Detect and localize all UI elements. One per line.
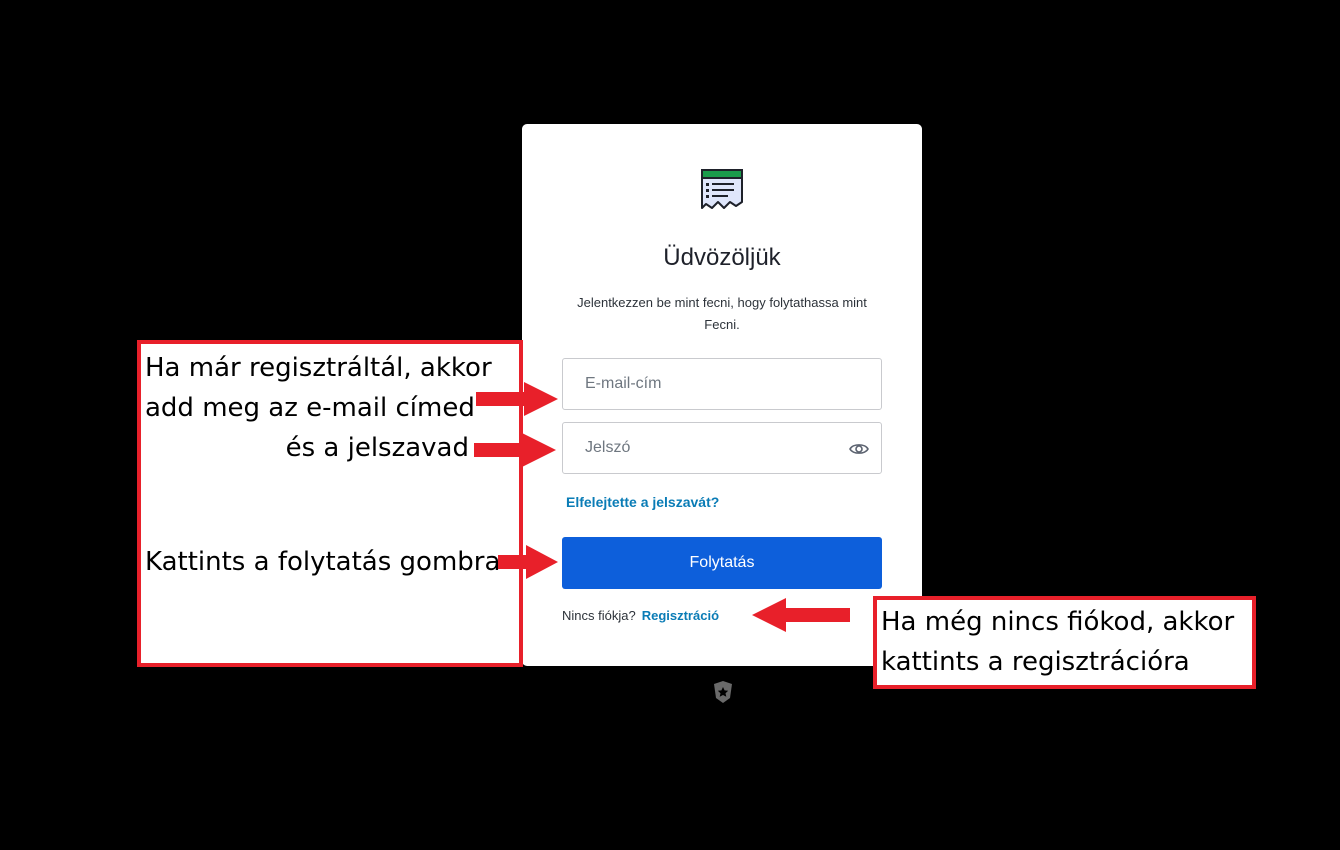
page-title: Üdvözöljük (663, 244, 781, 271)
shield-star-icon (714, 681, 732, 703)
annotation-left-line: Ha már regisztráltál, akkor (145, 353, 492, 383)
forgot-password-link[interactable]: Elfelejtette a jelszavát? (566, 494, 719, 510)
eye-icon[interactable] (849, 439, 869, 459)
continue-button[interactable]: Folytatás (562, 537, 882, 589)
no-account-text: Nincs fiókja? (562, 608, 636, 623)
password-field-wrapper (562, 422, 882, 474)
email-field[interactable] (563, 359, 835, 409)
signup-link[interactable]: Regisztráció (642, 608, 719, 623)
annotation-left-line: és a jelszavad (285, 433, 469, 463)
red-arrow-icon (476, 382, 558, 416)
red-arrow-icon (474, 433, 556, 467)
page-subtitle: Jelentkezzen be mint fecni, hogy folytat… (577, 295, 867, 332)
login-card: Üdvözöljük Jelentkezzen be mint fecni, h… (522, 124, 922, 666)
red-arrow-icon (498, 545, 558, 579)
red-arrow-icon (752, 598, 850, 632)
annotation-left-line: add meg az e-mail címed (145, 393, 475, 423)
annotation-right: Ha még nincs fiókod, akkor kattints a re… (873, 596, 1256, 689)
password-field[interactable] (563, 423, 835, 473)
annotation-left: Ha már regisztráltál, akkor add meg az e… (137, 340, 523, 667)
email-field-wrapper (562, 358, 882, 410)
annotation-right-line: kattints a regisztrációra (881, 647, 1190, 677)
annotation-right-line: Ha még nincs fiókod, akkor (881, 607, 1235, 637)
receipt-list-icon (701, 169, 743, 209)
annotation-left-line: Kattints a folytatás gombra (145, 547, 501, 577)
signup-row: Nincs fiókja? Regisztráció (562, 608, 719, 623)
